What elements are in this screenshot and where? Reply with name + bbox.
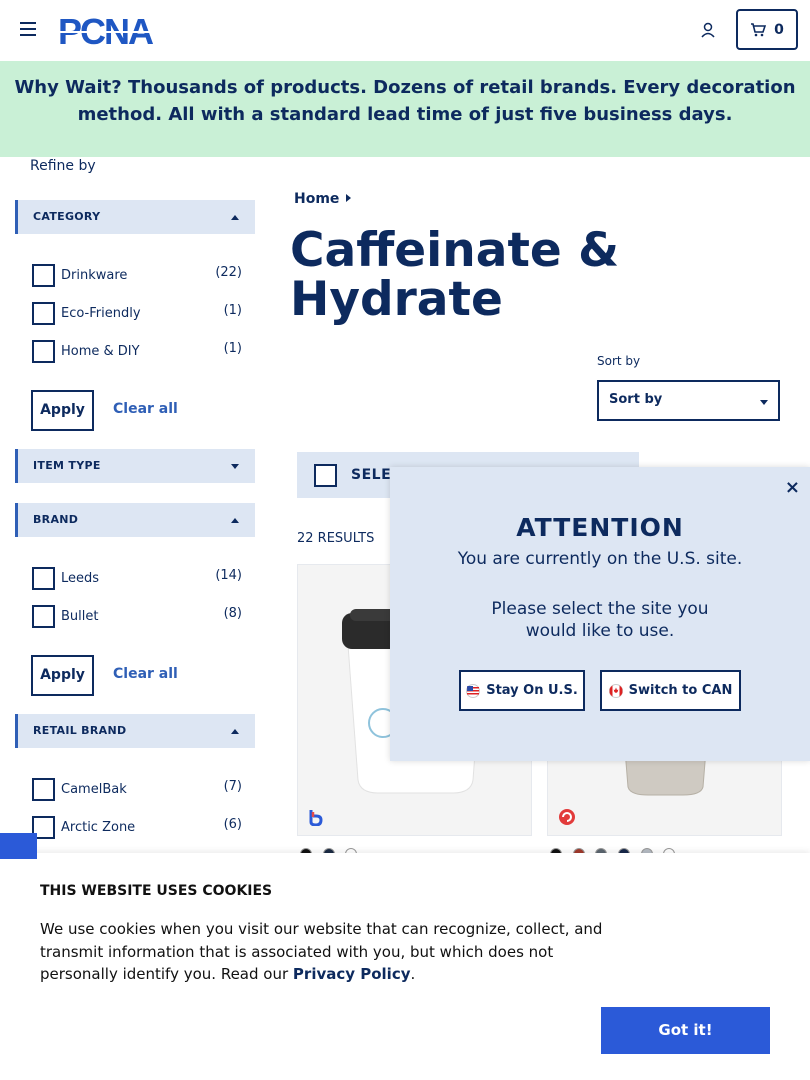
checkbox[interactable] (32, 605, 55, 628)
breadcrumb[interactable]: Home (294, 191, 352, 207)
checkbox[interactable] (32, 302, 55, 325)
option-label: Bullet (61, 609, 99, 624)
us-flag-icon (466, 683, 481, 698)
facet-brand-header[interactable]: BRAND (15, 503, 255, 537)
chevron-down-icon (760, 400, 768, 405)
checkbox[interactable] (32, 567, 55, 590)
modal-title: ATTENTION (516, 513, 684, 542)
cookie-text: We use cookies when you visit our websit… (40, 918, 620, 986)
facet-title: ITEM TYPE (33, 459, 101, 472)
filter-option-camelbak[interactable]: CamelBak (7) (32, 778, 242, 802)
brand-apply-button[interactable]: Apply (31, 655, 94, 696)
cart-button[interactable]: 0 (736, 9, 798, 50)
option-label: Eco-Friendly (61, 306, 141, 321)
brand-clear-all-link[interactable]: Clear all (113, 666, 178, 682)
modal-instruction-line1: Please select the site you (491, 599, 709, 619)
option-label: Home & DIY (61, 344, 140, 359)
option-count: (6) (223, 817, 242, 832)
filter-option-leeds[interactable]: Leeds (14) (32, 567, 242, 591)
filter-option-bullet[interactable]: Bullet (8) (32, 605, 242, 629)
pcna-logo[interactable]: PCNA (58, 11, 178, 52)
brand-badge-icon (309, 810, 323, 826)
filter-option-drinkware[interactable]: Drinkware (22) (32, 264, 242, 288)
site-header: PCNA 0 (0, 0, 810, 61)
cookie-title: THIS WEBSITE USES COOKIES (40, 883, 273, 899)
option-count: (7) (223, 779, 242, 794)
modal-instruction-line2: would like to use. (525, 621, 675, 641)
privacy-policy-link[interactable]: Privacy Policy (293, 965, 411, 983)
page-title: Caffeinate & Hydrate (290, 223, 620, 327)
option-count: (8) (223, 606, 242, 621)
option-count: (1) (223, 303, 242, 318)
side-feedback-tab[interactable] (0, 833, 37, 859)
cookie-accept-button[interactable]: Got it! (601, 1007, 770, 1054)
sort-select[interactable]: Sort by (597, 380, 780, 421)
filter-option-arctic-zone[interactable]: Arctic Zone (6) (32, 816, 242, 840)
cookie-banner: THIS WEBSITE USES COOKIES We use cookies… (0, 853, 810, 1080)
caret-up-icon (231, 729, 239, 734)
caret-up-icon (231, 518, 239, 523)
facet-retail-brand-header[interactable]: RETAIL BRAND (15, 714, 255, 748)
category-apply-button[interactable]: Apply (31, 390, 94, 431)
filter-option-eco-friendly[interactable]: Eco-Friendly (1) (32, 302, 242, 326)
retail-brand-icon (559, 809, 575, 825)
canada-flag-icon (608, 683, 623, 698)
menu-icon[interactable] (20, 22, 36, 36)
stay-on-us-button[interactable]: Stay On U.S. (459, 670, 585, 711)
facet-title: BRAND (33, 513, 79, 526)
option-label: Arctic Zone (61, 820, 136, 835)
sort-value: Sort by (609, 392, 663, 407)
option-count: (14) (215, 568, 242, 583)
option-count: (22) (215, 265, 242, 280)
banner-lead: Why Wait? (14, 77, 122, 98)
caret-down-icon (231, 464, 239, 469)
facet-title: CATEGORY (33, 210, 101, 223)
sort-label: Sort by (597, 354, 641, 368)
site-selection-modal: × ATTENTION You are currently on the U.S… (390, 467, 810, 761)
results-count: 22 RESULTS (297, 531, 375, 546)
option-label: Drinkware (61, 268, 128, 283)
refine-label: Refine by (30, 158, 96, 174)
option-count: (1) (223, 341, 242, 356)
modal-current-site-text: You are currently on the U.S. site. (457, 549, 743, 569)
banner-text: Thousands of products. Dozens of retail … (77, 77, 796, 125)
checkbox[interactable] (32, 264, 55, 287)
facet-item-type-header[interactable]: ITEM TYPE (15, 449, 255, 483)
checkbox[interactable] (32, 340, 55, 363)
stay-label: Stay On U.S. (486, 683, 578, 698)
switch-to-can-button[interactable]: Switch to CAN (600, 670, 741, 711)
cart-count: 0 (774, 21, 784, 38)
category-clear-all-link[interactable]: Clear all (113, 401, 178, 417)
option-label: Leeds (61, 571, 100, 586)
facet-title: RETAIL BRAND (33, 724, 127, 737)
chevron-right-icon (346, 194, 352, 202)
promo-banner: Why Wait? Thousands of products. Dozens … (0, 61, 810, 157)
close-icon[interactable]: × (785, 477, 800, 498)
select-all-checkbox[interactable] (314, 464, 337, 487)
option-label: CamelBak (61, 782, 127, 797)
switch-label: Switch to CAN (628, 683, 733, 698)
filter-option-home-diy[interactable]: Home & DIY (1) (32, 340, 242, 364)
caret-up-icon (231, 215, 239, 220)
cookie-period: . (410, 965, 416, 983)
user-icon[interactable] (700, 22, 716, 38)
breadcrumb-home-link[interactable]: Home (294, 191, 339, 207)
checkbox[interactable] (32, 778, 55, 801)
facet-category-header[interactable]: CATEGORY (15, 200, 255, 234)
cart-icon (751, 22, 767, 36)
